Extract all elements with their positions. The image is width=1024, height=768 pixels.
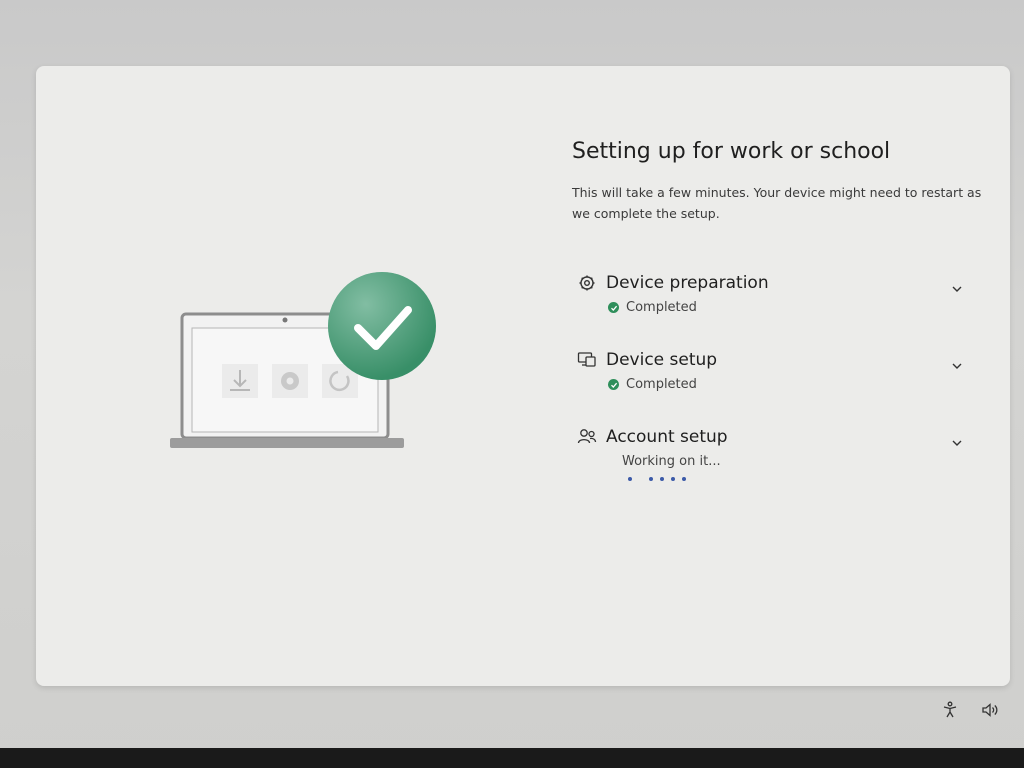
progress-dot xyxy=(671,477,675,481)
gear-icon xyxy=(272,364,308,398)
check-circle-icon xyxy=(608,302,619,313)
chevron-down-icon[interactable] xyxy=(948,434,966,452)
progress-dot xyxy=(628,477,632,481)
system-tray xyxy=(940,700,1000,720)
accessibility-icon[interactable] xyxy=(940,700,960,720)
volume-icon[interactable] xyxy=(980,700,1000,720)
progress-dot xyxy=(649,477,653,481)
page-title: Setting up for work or school xyxy=(572,138,891,164)
progress-dot xyxy=(660,477,664,481)
chevron-down-icon[interactable] xyxy=(948,357,966,375)
step-account-setup[interactable]: Account setup Working on it... xyxy=(576,426,966,481)
step-title: Account setup xyxy=(606,427,728,447)
gear-icon xyxy=(576,272,598,294)
laptop-illustration xyxy=(166,266,436,461)
step-title: Device preparation xyxy=(606,273,769,293)
devices-icon xyxy=(576,349,598,371)
step-status-text: Working on it... xyxy=(622,454,721,469)
step-status: Completed xyxy=(608,377,966,392)
check-circle-icon xyxy=(608,379,619,390)
screen-bezel xyxy=(0,748,1024,768)
people-icon xyxy=(576,426,598,448)
step-device-setup[interactable]: Device setup Completed xyxy=(576,349,966,392)
page-subtitle: This will take a few minutes. Your devic… xyxy=(572,185,982,221)
setup-card: Setting up for work or school This will … xyxy=(36,66,1010,686)
progress-dots xyxy=(628,477,966,481)
step-status: Completed xyxy=(608,300,966,315)
step-status-text: Completed xyxy=(626,377,697,392)
progress-dot xyxy=(682,477,686,481)
chevron-down-icon[interactable] xyxy=(948,280,966,298)
step-device-preparation[interactable]: Device preparation Completed xyxy=(576,272,966,315)
checkmark-icon xyxy=(328,272,436,380)
step-status: Working on it... xyxy=(622,454,966,469)
download-icon xyxy=(222,364,258,398)
step-title: Device setup xyxy=(606,350,718,370)
step-status-text: Completed xyxy=(626,300,697,315)
